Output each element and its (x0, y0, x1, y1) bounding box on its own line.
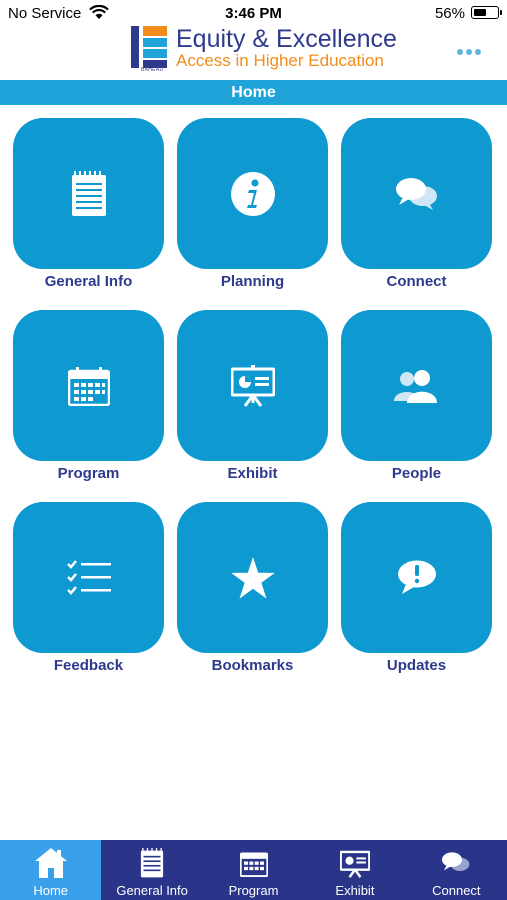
tile-planning[interactable]: Planning (177, 118, 328, 290)
tab-general-info[interactable]: General Info (101, 840, 202, 900)
ellipsis-icon (457, 49, 463, 55)
tile-exhibit[interactable]: Exhibit (177, 310, 328, 482)
more-options-button[interactable] (457, 48, 481, 56)
tile-bookmarks[interactable]: Bookmarks (177, 502, 328, 674)
tab-label: Connect (432, 883, 481, 898)
tab-label: Program (228, 883, 279, 898)
calendar-icon (239, 852, 268, 877)
tab-home[interactable]: Home (0, 840, 102, 900)
tile-label: Connect (386, 273, 447, 290)
chat-bubbles-icon (442, 852, 470, 871)
tile-people[interactable]: People (341, 310, 492, 482)
star-icon (230, 556, 275, 599)
presentation-board-icon (339, 850, 370, 878)
battery-icon (471, 6, 502, 19)
tile-label: Bookmarks (211, 657, 294, 674)
notepad-icon (141, 848, 164, 878)
logo-tag: BAHEAD (141, 67, 164, 73)
tile-label: Planning (220, 273, 285, 290)
battery-fill (473, 8, 486, 16)
tile-program[interactable]: Program (13, 310, 164, 482)
status-bar: No Service 3:46 PM 56% (0, 0, 507, 26)
page-title: Home (0, 80, 507, 105)
alert-bubble-icon (397, 560, 436, 594)
tile-label: Feedback (53, 657, 124, 674)
tab-exhibit[interactable]: Exhibit (304, 840, 405, 900)
tab-connect[interactable]: Connect (406, 840, 507, 900)
tile-label: General Info (44, 273, 133, 290)
tab-program[interactable]: Program (203, 840, 304, 900)
chat-bubbles-icon (395, 177, 437, 210)
people-icon (393, 369, 437, 403)
tile-label: Exhibit (227, 465, 278, 482)
tab-bar: Home General Info Program Exhibit Connec… (0, 840, 507, 900)
checklist-icon (66, 559, 111, 595)
tab-label: General Info (116, 883, 188, 898)
battery-percent: 56% (434, 5, 465, 22)
tile-label: Program (57, 465, 120, 482)
tile-updates[interactable]: Updates (341, 502, 492, 674)
tile-label: Updates (386, 657, 447, 674)
tile-label: People (391, 465, 442, 482)
tile-general-info[interactable]: General Info (13, 118, 164, 290)
tile-feedback[interactable]: Feedback (13, 502, 164, 674)
tile-connect[interactable]: Connect (341, 118, 492, 290)
presentation-board-icon (230, 364, 275, 407)
clock: 3:46 PM (225, 5, 282, 22)
tab-label: Home (33, 883, 69, 898)
home-icon (34, 848, 67, 878)
calendar-icon (67, 366, 110, 406)
notepad-icon (71, 170, 106, 216)
info-icon (230, 171, 275, 216)
tab-label: Exhibit (335, 883, 375, 898)
logo-title: Equity & Excellence (176, 25, 397, 53)
app-header: BAHEAD Equity & Excellence Access in Hig… (0, 25, 507, 78)
logo-subtitle: Access in Higher Education (176, 51, 384, 70)
